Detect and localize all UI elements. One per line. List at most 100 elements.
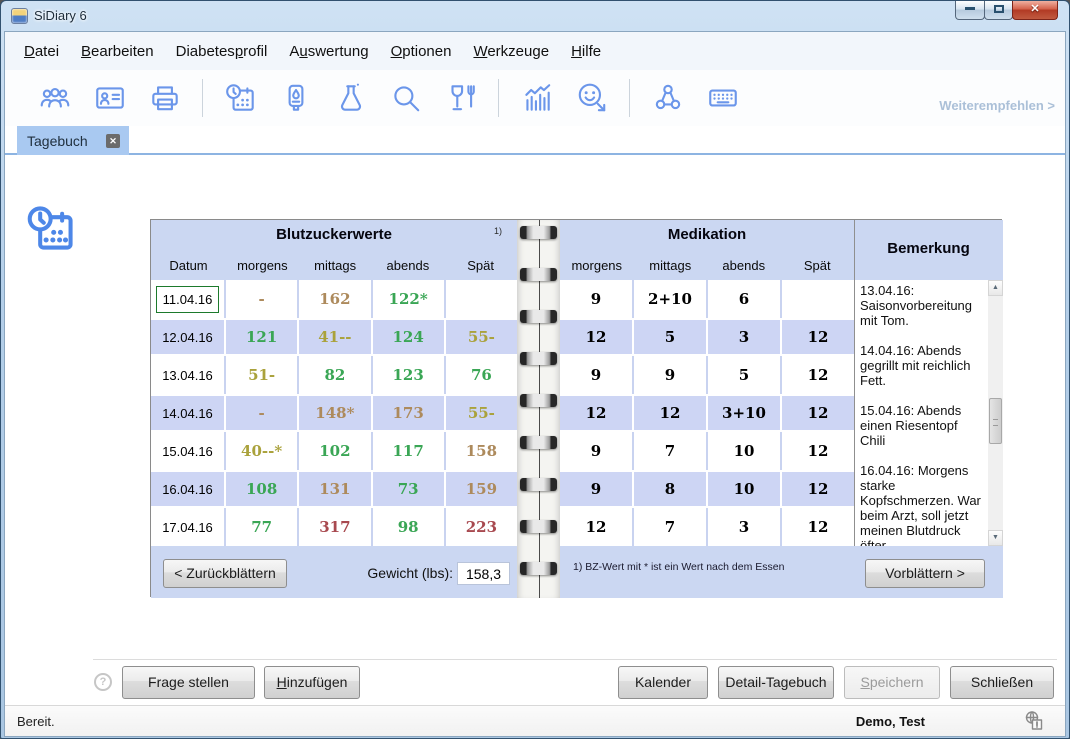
glucose-meter-icon[interactable] (279, 81, 313, 115)
page-back-button[interactable]: < Zurückblättern (163, 559, 287, 588)
recommend-link[interactable]: Weiterempfehlen > (939, 98, 1055, 113)
bz-value-cell[interactable]: 73 (373, 470, 446, 508)
date-cell[interactable]: 12.04.16 (151, 318, 226, 356)
search-icon[interactable] (389, 81, 423, 115)
med-value-cell[interactable]: 12 (782, 318, 854, 356)
bz-value-cell[interactable]: 76 (446, 356, 517, 394)
bz-value-cell[interactable]: 162 (299, 280, 372, 318)
profile-card-icon[interactable] (93, 81, 127, 115)
save-button[interactable]: Speichern (844, 666, 940, 699)
med-value-cell[interactable]: 5 (708, 356, 782, 394)
menu-item-diabetesprofil[interactable]: Diabetesprofil (165, 37, 279, 66)
med-value-cell[interactable]: 9 (560, 280, 634, 318)
bz-value-cell[interactable]: 77 (226, 508, 299, 546)
bz-value-cell[interactable]: 122* (373, 280, 446, 318)
wellbeing-icon[interactable] (575, 81, 609, 115)
scroll-down-icon[interactable]: ▼ (988, 530, 1003, 546)
close-button[interactable]: Schließen (950, 666, 1054, 699)
bz-value-cell[interactable]: - (226, 394, 299, 432)
bz-value-cell[interactable]: 159 (446, 470, 517, 508)
bz-value-cell[interactable]: 123 (373, 356, 446, 394)
med-value-cell[interactable]: 7 (634, 508, 708, 546)
share-icon[interactable] (651, 81, 685, 115)
menu-item-auswertung[interactable]: Auswertung (278, 37, 379, 66)
page-forward-button[interactable]: Vorblättern > (865, 559, 985, 588)
calendar-button[interactable]: Kalender (618, 666, 708, 699)
bz-value-cell[interactable]: 117 (373, 432, 446, 470)
scrollbar-thumb[interactable] (989, 398, 1002, 444)
med-value-cell[interactable]: 9 (560, 432, 634, 470)
diary-clock-calendar-icon[interactable] (224, 81, 258, 115)
med-value-cell[interactable]: 12 (782, 432, 854, 470)
notes-textarea[interactable]: 13.04.16: Saisonvorbereitung mit Tom.14.… (855, 280, 988, 546)
statistics-icon[interactable] (520, 81, 554, 115)
med-value-cell[interactable]: 2+10 (634, 280, 708, 318)
detail-button[interactable]: Detail-Tagebuch (718, 666, 834, 699)
bz-value-cell[interactable]: 82 (299, 356, 372, 394)
med-value-cell[interactable]: 12 (560, 508, 634, 546)
med-value-cell[interactable]: 5 (634, 318, 708, 356)
bz-value-cell[interactable]: 121 (226, 318, 299, 356)
bz-value-cell[interactable]: 317 (299, 508, 372, 546)
med-value-cell[interactable]: 12 (782, 470, 854, 508)
med-value-cell[interactable]: 9 (560, 356, 634, 394)
help-icon[interactable]: ? (94, 673, 112, 691)
bz-value-cell[interactable]: 40--* (226, 432, 299, 470)
tab-close-icon[interactable]: ✕ (106, 134, 120, 148)
med-value-cell[interactable]: 10 (708, 470, 782, 508)
date-cell[interactable]: 15.04.16 (151, 432, 226, 470)
menu-item-bearbeiten[interactable]: Bearbeiten (70, 37, 165, 66)
close-button[interactable]: ✕ (1012, 1, 1058, 20)
minimize-button[interactable] (955, 1, 985, 20)
bz-value-cell[interactable]: 51- (226, 356, 299, 394)
tab-tagebuch[interactable]: Tagebuch ✕ (17, 126, 129, 155)
med-value-cell[interactable]: 9 (560, 470, 634, 508)
maximize-button[interactable] (984, 1, 1013, 20)
bz-value-cell[interactable]: 148* (299, 394, 372, 432)
bz-value-cell[interactable]: - (226, 280, 299, 318)
lab-flask-icon[interactable] (334, 81, 368, 115)
bz-value-cell[interactable]: 55- (446, 394, 517, 432)
bz-value-cell[interactable]: 173 (373, 394, 446, 432)
bz-value-cell[interactable]: 223 (446, 508, 517, 546)
med-value-cell[interactable] (782, 280, 854, 318)
med-value-cell[interactable]: 12 (782, 394, 854, 432)
bz-value-cell[interactable]: 102 (299, 432, 372, 470)
med-value-cell[interactable]: 12 (560, 318, 634, 356)
date-cell[interactable]: 13.04.16 (151, 356, 226, 394)
keyboard-icon[interactable] (706, 81, 740, 115)
notes-scrollbar[interactable]: ▲ ▼ (988, 280, 1003, 546)
med-value-cell[interactable]: 12 (634, 394, 708, 432)
date-cell[interactable]: 16.04.16 (151, 470, 226, 508)
med-value-cell[interactable]: 6 (708, 280, 782, 318)
menu-item-optionen[interactable]: Optionen (380, 37, 463, 66)
med-value-cell[interactable]: 3 (708, 508, 782, 546)
med-value-cell[interactable]: 12 (560, 394, 634, 432)
med-value-cell[interactable]: 3+10 (708, 394, 782, 432)
med-value-cell[interactable]: 12 (782, 508, 854, 546)
med-value-cell[interactable]: 8 (634, 470, 708, 508)
add-button[interactable]: Hinzufügen (264, 666, 360, 699)
bz-value-cell[interactable]: 55- (446, 318, 517, 356)
med-value-cell[interactable]: 3 (708, 318, 782, 356)
bz-value-cell[interactable]: 124 (373, 318, 446, 356)
menu-item-hilfe[interactable]: Hilfe (560, 37, 612, 66)
date-cell[interactable]: 17.04.16 (151, 508, 226, 546)
weight-input[interactable] (457, 562, 510, 585)
med-value-cell[interactable]: 7 (634, 432, 708, 470)
ask-button[interactable]: Frage stellen (122, 666, 255, 699)
scroll-up-icon[interactable]: ▲ (988, 280, 1003, 296)
bz-value-cell[interactable]: 131 (299, 470, 372, 508)
bz-value-cell[interactable]: 108 (226, 470, 299, 508)
print-icon[interactable] (148, 81, 182, 115)
patients-icon[interactable] (38, 81, 72, 115)
title-bar[interactable]: SiDiary 6 ✕ (1, 1, 1069, 31)
bz-value-cell[interactable]: 158 (446, 432, 517, 470)
med-value-cell[interactable]: 10 (708, 432, 782, 470)
menu-item-datei[interactable]: Datei (13, 37, 70, 66)
bz-value-cell[interactable]: 98 (373, 508, 446, 546)
date-cell[interactable]: 14.04.16 (151, 394, 226, 432)
med-value-cell[interactable]: 9 (634, 356, 708, 394)
bz-value-cell[interactable]: 41-- (299, 318, 372, 356)
bz-value-cell[interactable] (446, 280, 517, 318)
